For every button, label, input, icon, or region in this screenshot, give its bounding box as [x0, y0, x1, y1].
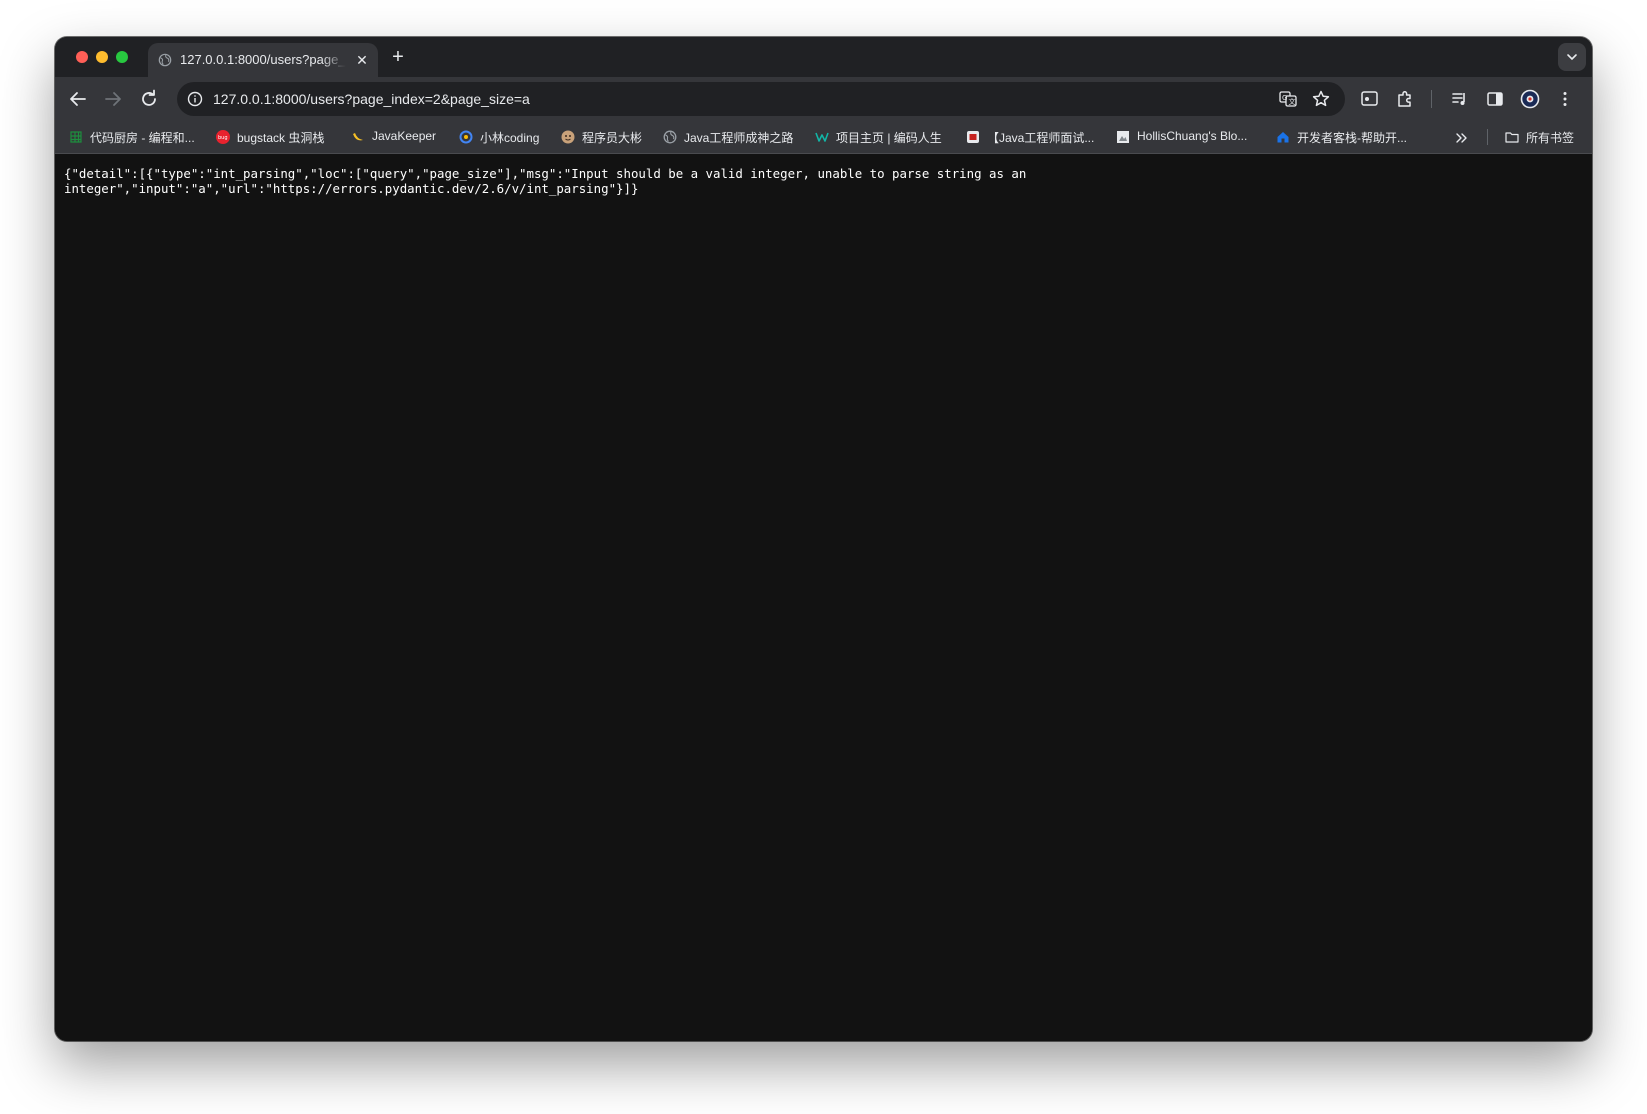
tab-title: 127.0.0.1:8000/users?page_index=2&page_s… — [180, 52, 346, 67]
bookmark-star-icon[interactable] — [1311, 89, 1331, 109]
maximize-window-button[interactable] — [116, 51, 128, 63]
bookmark-label: 项目主页 | 编码人生 — [836, 131, 942, 145]
bug-icon: bug — [216, 130, 230, 144]
bookmark-label: Java工程师成神之路 — [684, 131, 794, 145]
profile-avatar-icon[interactable] — [1520, 89, 1540, 109]
side-panel-icon[interactable] — [1485, 89, 1505, 109]
bookmark-label: bugstack 虫洞栈 — [237, 131, 325, 145]
bookmark-label: 开发者客栈-帮助开... — [1297, 131, 1407, 145]
json-response-text: {"detail":[{"type":"int_parsing","loc":[… — [64, 166, 1034, 196]
puzzle-extensions-icon[interactable] — [1395, 89, 1415, 109]
chevron-down-icon — [1567, 54, 1577, 61]
media-controls-icon[interactable] — [1450, 89, 1470, 109]
doc-icon — [967, 131, 979, 143]
new-tab-button[interactable]: + — [388, 47, 408, 67]
all-bookmarks-label: 所有书签 — [1526, 131, 1575, 145]
more-menu-icon[interactable] — [1555, 89, 1575, 109]
reload-icon[interactable] — [137, 87, 161, 111]
bookmark-label: 代码厨房 - 编程和... — [90, 131, 195, 145]
folder-icon — [1505, 132, 1519, 143]
browser-window: 127.0.0.1:8000/users?page_index=2&page_s… — [55, 37, 1592, 1041]
svg-text:G: G — [1282, 94, 1287, 102]
forward-arrow-icon[interactable] — [101, 87, 125, 111]
active-tab[interactable]: 127.0.0.1:8000/users?page_index=2&page_s… — [148, 43, 378, 77]
tab-search-button[interactable] — [1558, 43, 1586, 71]
svg-text:bug: bug — [218, 135, 228, 141]
site-info-icon[interactable] — [187, 91, 203, 107]
globe-icon — [158, 53, 172, 67]
browser-toolbar: 127.0.0.1:8000/users?page_index=2&page_s… — [55, 77, 1592, 153]
back-arrow-icon[interactable] — [66, 87, 90, 111]
translate-icon[interactable]: G 文 — [1278, 89, 1298, 109]
coding-icon — [459, 130, 473, 144]
minimize-window-button[interactable] — [96, 51, 108, 63]
bookmarks-separator — [1487, 129, 1488, 145]
w-icon — [815, 132, 829, 142]
bookmark-label: 【Java工程师面试... — [987, 131, 1095, 145]
bookmarks-bar: 代码厨房 - 编程和... bug bugstack 虫洞栈 JavaKeepe… — [55, 121, 1592, 154]
page-content: {"detail":[{"type":"int_parsing","loc":[… — [55, 154, 1592, 1041]
close-tab-icon[interactable]: ✕ — [354, 52, 370, 68]
avatar-icon — [561, 130, 575, 144]
toolbar-separator — [1431, 90, 1432, 108]
bookmark-label: JavaKeeper — [372, 129, 437, 143]
chevron-double-right-icon[interactable] — [1454, 131, 1468, 145]
url-text[interactable]: 127.0.0.1:8000/users?page_index=2&page_s… — [213, 91, 530, 107]
image-icon — [1117, 131, 1129, 143]
bookmark-label: 小林coding — [480, 131, 540, 145]
globe-icon — [663, 130, 677, 144]
bookmark-label: HollisChuang's Blo... — [1137, 129, 1248, 143]
house-icon — [1277, 132, 1289, 143]
svg-text:文: 文 — [1289, 97, 1296, 106]
close-window-button[interactable] — [76, 51, 88, 63]
address-bar[interactable]: 127.0.0.1:8000/users?page_index=2&page_s… — [177, 82, 1345, 116]
grid-icon — [70, 131, 82, 143]
banana-icon — [353, 133, 363, 141]
tab-strip: 127.0.0.1:8000/users?page_index=2&page_s… — [55, 37, 1592, 77]
bookmark-label: 程序员大彬 — [582, 131, 643, 145]
extension-app-icon[interactable] — [1360, 89, 1380, 109]
